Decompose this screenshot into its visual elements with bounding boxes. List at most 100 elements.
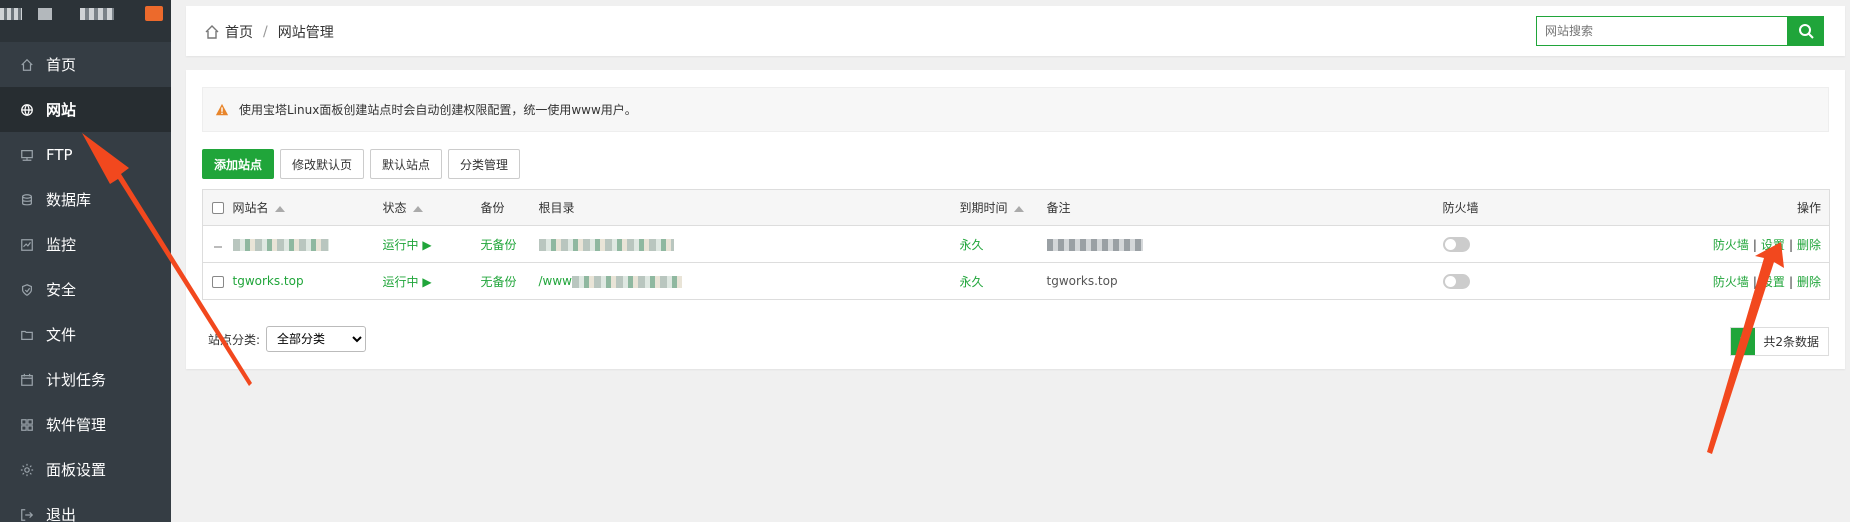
col-remark: 备注 [1046, 189, 1443, 226]
breadcrumb-current: 网站管理 [277, 25, 334, 41]
sidebar-item-security[interactable]: 安全 [0, 267, 171, 312]
col-root[interactable]: 根目录 [538, 189, 960, 226]
sort-icon [412, 205, 423, 212]
ops-divider: | [1788, 274, 1793, 289]
sidebar-item-website[interactable]: 网站 [0, 87, 171, 132]
ops-cell: 防火墙 | 设置 | 删除 [1642, 262, 1830, 300]
remark-cell[interactable] [1046, 225, 1443, 263]
root-cell[interactable]: /www [538, 262, 960, 300]
sidebar-item-label: FTP [46, 145, 73, 164]
sort-icon [1013, 205, 1024, 212]
ops-cell: 防火墙 | 设置 | 删除 [1642, 225, 1830, 263]
page-current[interactable]: 1 [1731, 328, 1756, 355]
category-filter: 站点分类: 全部分类 [208, 326, 367, 352]
add-site-button[interactable]: 添加站点 [202, 149, 275, 179]
notification-icon[interactable] [145, 6, 163, 21]
edit-default-page-button[interactable]: 修改默认页 [280, 149, 365, 179]
sidebar-item-cron[interactable]: 计划任务 [0, 357, 171, 402]
sidebar-item-settings[interactable]: 面板设置 [0, 447, 171, 492]
sidebar-item-label: 首页 [46, 56, 77, 74]
firewall-toggle[interactable] [1442, 273, 1470, 289]
delete-link[interactable]: 删除 [1797, 238, 1821, 252]
info-notice: 使用宝塔Linux面板创建站点时会自动创建权限配置，统一使用www用户。 [202, 87, 1829, 132]
backup-cell[interactable]: 无备份 [480, 262, 539, 300]
root-cell[interactable] [538, 225, 960, 263]
sidebar-item-software[interactable]: 软件管理 [0, 402, 171, 447]
row-select-blurred[interactable] [213, 246, 222, 248]
blurred-remark [1046, 238, 1143, 251]
site-name-cell[interactable]: tgworks.top [232, 262, 383, 300]
expire-cell[interactable]: 永久 [959, 225, 1047, 263]
delete-link[interactable]: 删除 [1797, 275, 1821, 289]
blurred-root-path [572, 275, 682, 288]
site-name-cell[interactable] [232, 225, 383, 263]
top-bar: 首页 / 网站管理 [186, 6, 1845, 56]
root-path: /www [538, 274, 573, 288]
folder-icon [20, 328, 34, 342]
search-input[interactable] [1536, 16, 1787, 46]
pagination: 1 共2条数据 [1730, 327, 1829, 356]
backup-cell[interactable]: 无备份 [480, 225, 539, 263]
shield-icon [20, 283, 34, 297]
sidebar-item-monitor[interactable]: 监控 [0, 222, 171, 267]
col-expire[interactable]: 到期时间 [959, 189, 1047, 226]
firewall-toggle[interactable] [1442, 236, 1470, 252]
category-label: 站点分类: [208, 332, 261, 347]
blurred-logo [0, 8, 22, 20]
sidebar-item-label: 计划任务 [46, 371, 107, 389]
row-checkbox[interactable] [211, 275, 224, 288]
sidebar-item-database[interactable]: 数据库 [0, 177, 171, 222]
sidebar-item-logout[interactable]: 退出 [0, 492, 171, 522]
sidebar-item-home[interactable]: 首页 [0, 42, 171, 87]
status-cell[interactable]: 运行中 ▶ [382, 225, 481, 263]
firewall-link[interactable]: 防火墙 [1713, 275, 1749, 289]
gear-icon [20, 463, 34, 477]
sidebar-item-files[interactable]: 文件 [0, 312, 171, 357]
firewall-cell [1442, 225, 1643, 263]
home-icon [20, 58, 34, 72]
ftp-icon [20, 148, 34, 162]
expire-cell[interactable]: 永久 [959, 262, 1047, 300]
col-status[interactable]: 状态 [382, 189, 481, 226]
total-count: 共2条数据 [1763, 335, 1819, 349]
category-select[interactable]: 全部分类 [266, 326, 367, 352]
sort-icon [274, 205, 285, 212]
ops-divider: | [1752, 237, 1757, 252]
sidebar-item-label: 退出 [46, 506, 77, 522]
sidebar-item-label: 数据库 [46, 191, 92, 209]
breadcrumb-home[interactable]: 首页 [225, 22, 253, 42]
select-all-cell [202, 189, 233, 226]
row-select-cell [202, 262, 233, 300]
settings-link[interactable]: 设置 [1761, 275, 1785, 289]
blurred-status [38, 8, 52, 20]
home-icon [205, 25, 219, 39]
col-backup: 备份 [480, 189, 539, 226]
table-header: 网站名 状态 备份 根目录 到期时间 备注 防火墙 操作 [202, 189, 1830, 226]
sidebar-item-label: 软件管理 [46, 416, 107, 434]
ops-divider: | [1788, 237, 1793, 252]
col-expire-label: 到期时间 [959, 201, 1008, 215]
main-card: 使用宝塔Linux面板创建站点时会自动创建权限配置，统一使用www用户。 添加站… [186, 70, 1845, 369]
sidebar: 首页 网站 FTP 数据库 监控 安全 文件 计划任务 软件管理 面板设置 退出 [0, 0, 171, 522]
warning-icon [215, 103, 229, 115]
col-firewall: 防火墙 [1442, 189, 1643, 226]
settings-link[interactable]: 设置 [1761, 238, 1785, 252]
firewall-link[interactable]: 防火墙 [1713, 238, 1749, 252]
category-manage-button[interactable]: 分类管理 [448, 149, 521, 179]
default-site-button[interactable]: 默认站点 [370, 149, 443, 179]
status-cell[interactable]: 运行中 ▶ [382, 262, 481, 300]
remark-cell[interactable]: tgworks.top [1046, 262, 1443, 300]
apps-icon [20, 418, 34, 432]
sidebar-item-ftp[interactable]: FTP [0, 132, 171, 177]
sidebar-header [0, 0, 171, 42]
col-status-label: 状态 [382, 201, 407, 215]
search-button[interactable] [1787, 16, 1824, 46]
table-row: 运行中 ▶ 无备份 永久 防火墙 | 设置 | 删除 [202, 225, 1830, 263]
blurred-root-path [538, 238, 674, 251]
col-name[interactable]: 网站名 [232, 189, 383, 226]
col-ops: 操作 [1642, 189, 1830, 226]
select-all-checkbox[interactable] [211, 202, 224, 214]
site-search [1536, 16, 1824, 46]
table-row: tgworks.top 运行中 ▶ 无备份 /www 永久 tgworks.to… [202, 262, 1830, 300]
calendar-icon [20, 373, 34, 387]
